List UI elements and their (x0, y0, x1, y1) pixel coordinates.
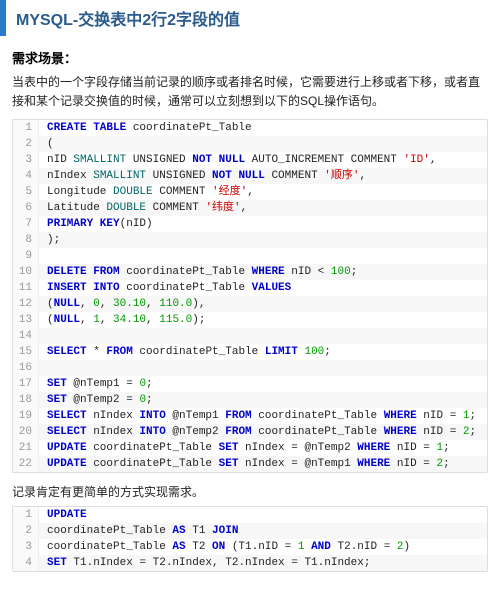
code-line: 2coordinatePt_Table AS T1 JOIN (13, 523, 487, 539)
code-line: 20SELECT nIndex INTO @nTemp2 FROM coordi… (13, 424, 487, 440)
code-block-1: 1CREATE TABLE coordinatePt_Table2(3nID S… (12, 119, 488, 473)
line-number: 14 (13, 328, 39, 344)
line-number: 16 (13, 360, 39, 376)
line-number: 2 (13, 136, 39, 152)
line-number: 9 (13, 248, 39, 264)
code-line: 12(NULL, 0, 30.10, 110.0), (13, 296, 487, 312)
code-block-2: 1UPDATE2coordinatePt_Table AS T1 JOIN3co… (12, 506, 488, 572)
code-content: SELECT nIndex INTO @nTemp2 FROM coordina… (39, 424, 476, 440)
code-content (39, 248, 47, 264)
line-number: 4 (13, 555, 39, 571)
code-content: PRIMARY KEY(nID) (39, 216, 153, 232)
line-number: 2 (13, 523, 39, 539)
code-content: UPDATE coordinatePt_Table SET nIndex = @… (39, 456, 450, 472)
line-number: 18 (13, 392, 39, 408)
line-number: 10 (13, 264, 39, 280)
code-line: 7PRIMARY KEY(nID) (13, 216, 487, 232)
line-number: 6 (13, 200, 39, 216)
line-number: 8 (13, 232, 39, 248)
code-line: 17SET @nTemp1 = 0; (13, 376, 487, 392)
line-number: 4 (13, 168, 39, 184)
code-content: SET @nTemp2 = 0; (39, 392, 153, 408)
code-line: 6Latitude DOUBLE COMMENT '纬度', (13, 200, 487, 216)
code-content: INSERT INTO coordinatePt_Table VALUES (39, 280, 291, 296)
code-content: nID SMALLINT UNSIGNED NOT NULL AUTO_INCR… (39, 152, 437, 168)
code-line: 11INSERT INTO coordinatePt_Table VALUES (13, 280, 487, 296)
code-content: (NULL, 1, 34.10, 115.0); (39, 312, 205, 328)
code-line: 15SELECT * FROM coordinatePt_Table LIMIT… (13, 344, 487, 360)
code-content: CREATE TABLE coordinatePt_Table (39, 120, 252, 136)
code-line: 18SET @nTemp2 = 0; (13, 392, 487, 408)
code-line: 2( (13, 136, 487, 152)
code-line: 19SELECT nIndex INTO @nTemp1 FROM coordi… (13, 408, 487, 424)
code-line: 3nID SMALLINT UNSIGNED NOT NULL AUTO_INC… (13, 152, 487, 168)
code-line: 13(NULL, 1, 34.10, 115.0); (13, 312, 487, 328)
line-number: 11 (13, 280, 39, 296)
section-heading: 需求场景： (12, 48, 488, 67)
line-number: 21 (13, 440, 39, 456)
code-content: Longitude DOUBLE COMMENT '经度', (39, 184, 254, 200)
code-content (39, 360, 47, 376)
code-line: 10DELETE FROM coordinatePt_Table WHERE n… (13, 264, 487, 280)
code-content: Latitude DOUBLE COMMENT '纬度', (39, 200, 247, 216)
code-line: 8); (13, 232, 487, 248)
line-number: 12 (13, 296, 39, 312)
code-content: ); (39, 232, 60, 248)
code-line: 22UPDATE coordinatePt_Table SET nIndex =… (13, 456, 487, 472)
line-number: 15 (13, 344, 39, 360)
line-number: 22 (13, 456, 39, 472)
code-content: SET @nTemp1 = 0; (39, 376, 153, 392)
line-number: 20 (13, 424, 39, 440)
code-content (39, 328, 47, 344)
code-content: coordinatePt_Table AS T1 JOIN (39, 523, 238, 539)
code-content: UPDATE coordinatePt_Table SET nIndex = @… (39, 440, 450, 456)
content-area: 需求场景： 当表中的一个字段存储当前记录的顺序或者排名时候，它需要进行上移或者下… (0, 48, 500, 594)
page-title: MYSQL-交换表中2行2字段的值 (0, 0, 500, 36)
code-line: 5Longitude DOUBLE COMMENT '经度', (13, 184, 487, 200)
code-content: ( (39, 136, 54, 152)
code-content: UPDATE (39, 507, 87, 523)
line-number: 13 (13, 312, 39, 328)
code-line: 14 (13, 328, 487, 344)
line-number: 3 (13, 152, 39, 168)
code-line: 21UPDATE coordinatePt_Table SET nIndex =… (13, 440, 487, 456)
code-content: SELECT * FROM coordinatePt_Table LIMIT 1… (39, 344, 331, 360)
line-number: 1 (13, 507, 39, 523)
line-number: 5 (13, 184, 39, 200)
code-content: DELETE FROM coordinatePt_Table WHERE nID… (39, 264, 357, 280)
code-content: coordinatePt_Table AS T2 ON (T1.nID = 1 … (39, 539, 410, 555)
code-line: 4SET T1.nIndex = T2.nIndex, T2.nIndex = … (13, 555, 487, 571)
code-line: 3coordinatePt_Table AS T2 ON (T1.nID = 1… (13, 539, 487, 555)
code-content: nIndex SMALLINT UNSIGNED NOT NULL COMMEN… (39, 168, 366, 184)
code-content: SELECT nIndex INTO @nTemp1 FROM coordina… (39, 408, 476, 424)
line-number: 19 (13, 408, 39, 424)
line-number: 1 (13, 120, 39, 136)
line-number: 7 (13, 216, 39, 232)
code-line: 9 (13, 248, 487, 264)
code-line: 16 (13, 360, 487, 376)
code-content: (NULL, 0, 30.10, 110.0), (39, 296, 205, 312)
code-line: 1CREATE TABLE coordinatePt_Table (13, 120, 487, 136)
code-line: 1UPDATE (13, 507, 487, 523)
code-line: 4nIndex SMALLINT UNSIGNED NOT NULL COMME… (13, 168, 487, 184)
code-content: SET T1.nIndex = T2.nIndex, T2.nIndex = T… (39, 555, 370, 571)
intro-paragraph: 当表中的一个字段存储当前记录的顺序或者排名时候，它需要进行上移或者下移，或者直接… (12, 73, 488, 111)
line-number: 3 (13, 539, 39, 555)
line-number: 17 (13, 376, 39, 392)
note-paragraph: 记录肯定有更简单的方式实现需求。 (12, 483, 488, 500)
